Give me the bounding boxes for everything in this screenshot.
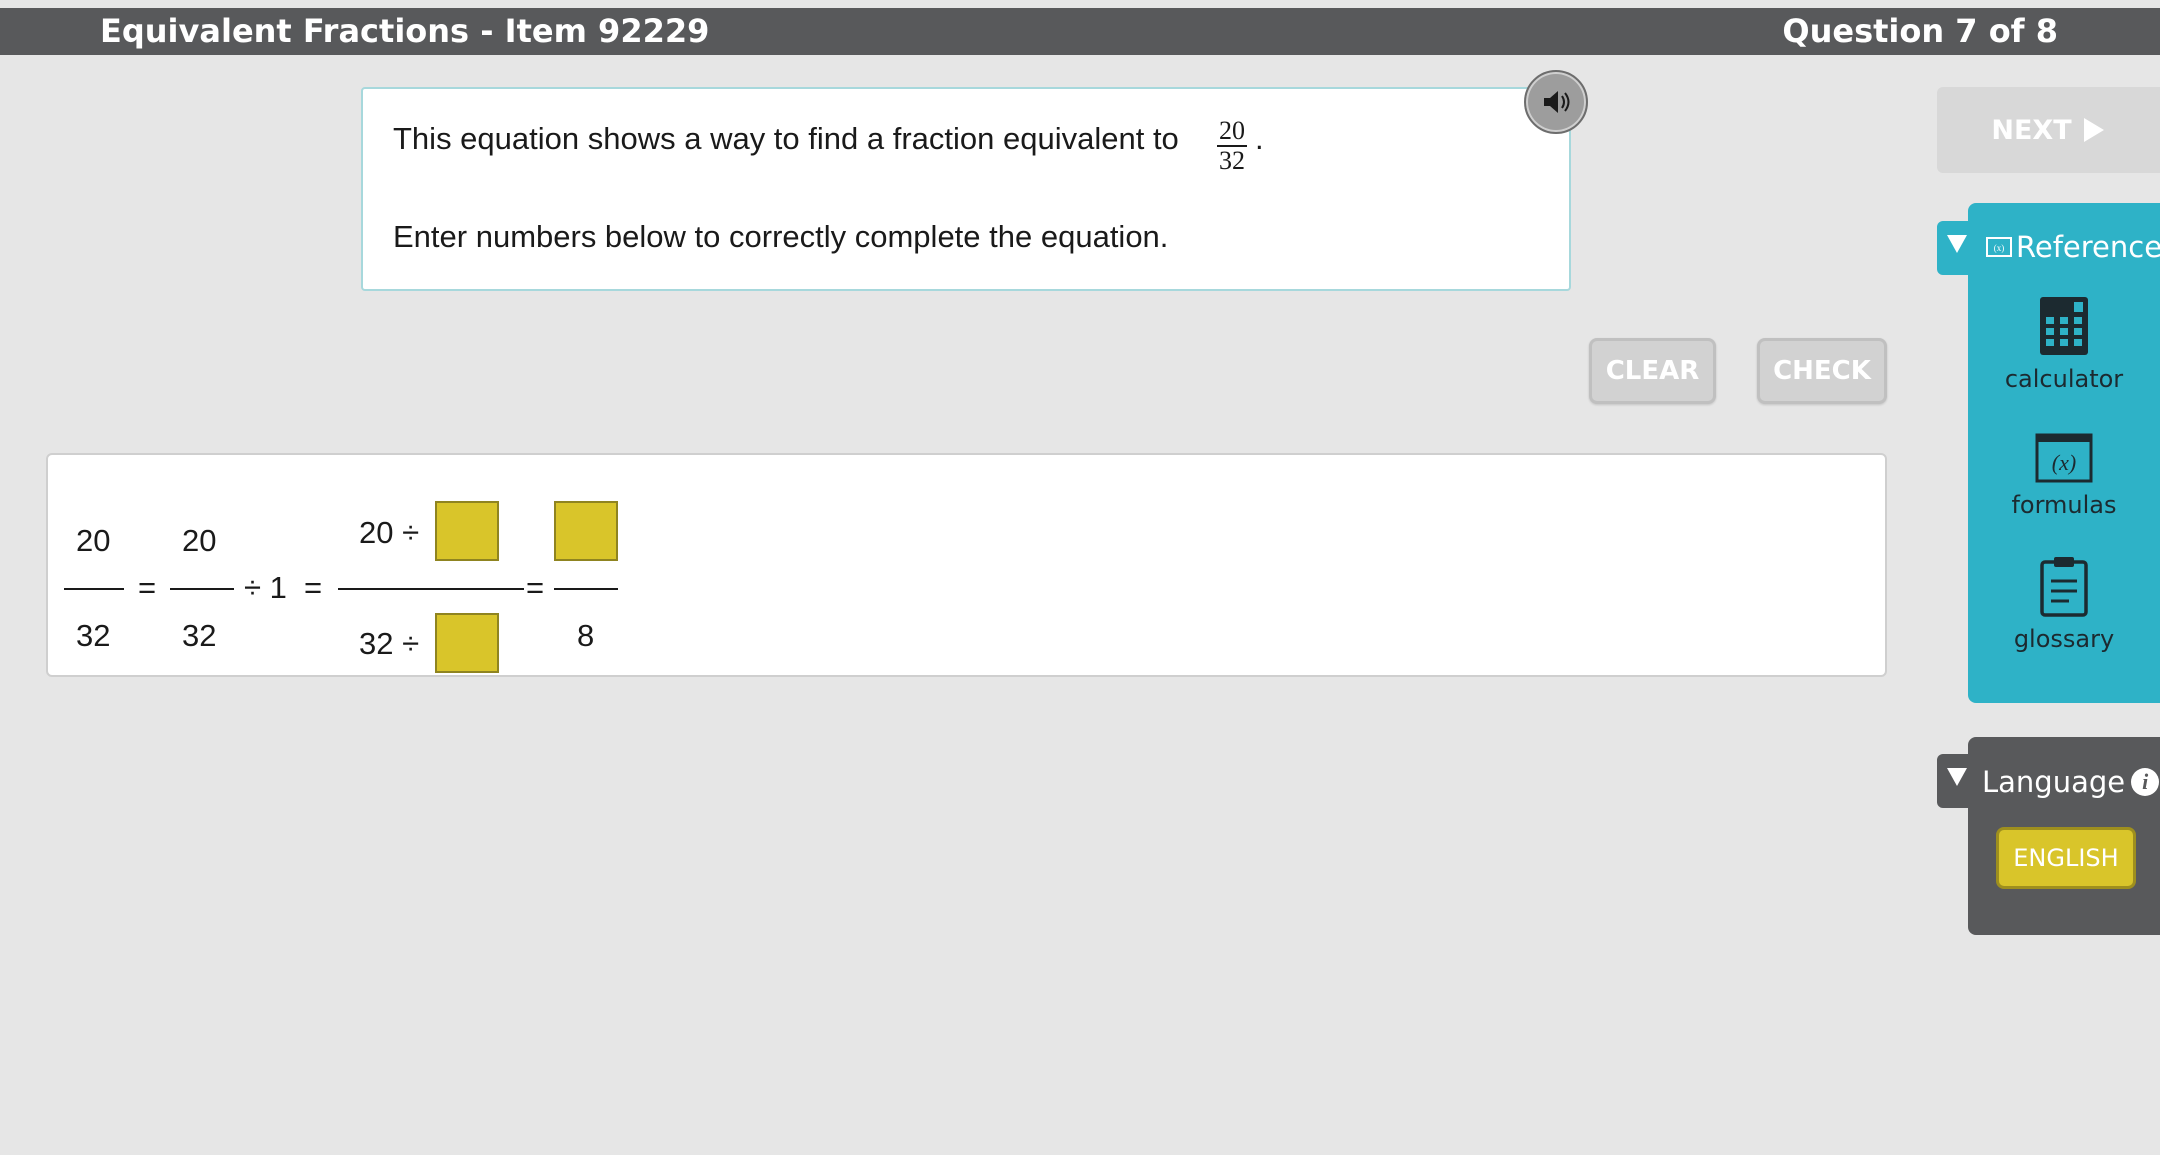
speaker-icon (1544, 91, 1570, 113)
frac1-denominator: 32 (76, 618, 111, 653)
formulas-icon: (x) (2035, 433, 2093, 483)
reference-icon: (x) (1986, 237, 2012, 257)
result-numerator-input[interactable] (554, 501, 618, 561)
audio-button[interactable] (1524, 70, 1588, 134)
frac3-denominator: 32 ÷ (359, 626, 420, 661)
clipboard-icon (2040, 557, 2088, 617)
language-title: Language (1982, 765, 2126, 799)
calculator-label: calculator (2004, 365, 2124, 393)
frac3-bar (338, 588, 524, 590)
formulas-label: formulas (2011, 491, 2117, 519)
frac1-bar (64, 588, 124, 590)
frac2-bar (170, 588, 234, 590)
frac1-numerator: 20 (76, 523, 111, 558)
prompt-fraction: 20 32 (1215, 117, 1249, 175)
glossary-label: glossary (2013, 625, 2115, 653)
reference-header[interactable]: (x) Reference (1986, 230, 2160, 264)
glossary-tool[interactable]: glossary (1968, 555, 2160, 653)
prompt-fraction-denominator: 32 (1219, 146, 1245, 175)
frac2-numerator: 20 (182, 523, 217, 558)
numerator-divisor-input[interactable] (435, 501, 499, 561)
page-title: Equivalent Fractions - Item 92229 (100, 12, 710, 50)
english-language-button[interactable]: ENGLISH (1996, 827, 2136, 889)
equals-sign: = (304, 570, 323, 605)
triangle-down-icon (1947, 768, 1967, 786)
reference-panel: (x) Reference calculator (x) formulas gl… (1968, 203, 2160, 703)
frac3-numerator: 20 ÷ (359, 515, 420, 550)
prompt-box: This equation shows a way to find a frac… (361, 87, 1571, 291)
divide-by-one: ÷ 1 (244, 570, 287, 605)
equals-sign: = (138, 570, 157, 605)
prompt-fraction-numerator: 20 (1219, 116, 1245, 145)
next-label: NEXT (1991, 114, 2072, 146)
reference-title: Reference (2016, 230, 2160, 264)
clear-button[interactable]: CLEAR (1589, 338, 1716, 404)
equals-sign: = (526, 570, 545, 605)
check-button[interactable]: CHECK (1757, 338, 1887, 404)
calculator-icon (2040, 297, 2088, 355)
denominator-divisor-input[interactable] (435, 613, 499, 673)
svg-text:(x): (x) (1994, 243, 2005, 253)
language-panel: Language i ENGLISH (1968, 737, 2160, 935)
language-header: Language i (1982, 765, 2160, 799)
svg-text:(x): (x) (2052, 450, 2076, 475)
frac4-denominator: 8 (577, 618, 595, 653)
frac2-denominator: 32 (182, 618, 217, 653)
calculator-tool[interactable]: calculator (1968, 295, 2160, 393)
equation-area: 20 32 = 20 32 ÷ 1 = 20 ÷ 32 ÷ = 8 (46, 453, 1887, 677)
prompt-text-line1: This equation shows a way to find a frac… (393, 121, 1179, 156)
triangle-down-icon (1947, 235, 1967, 253)
top-bar: Equivalent Fractions - Item 92229 Questi… (0, 8, 2160, 55)
question-counter: Question 7 of 8 (1782, 12, 2058, 50)
prompt-period: . (1255, 121, 1264, 156)
prompt-text-line2: Enter numbers below to correctly complet… (393, 219, 1169, 254)
next-button[interactable]: NEXT (1937, 87, 2160, 173)
frac4-bar (554, 588, 618, 590)
formulas-tool[interactable]: (x) formulas (1968, 433, 2160, 519)
play-arrow-icon (2083, 118, 2104, 142)
info-icon[interactable]: i (2131, 768, 2160, 796)
